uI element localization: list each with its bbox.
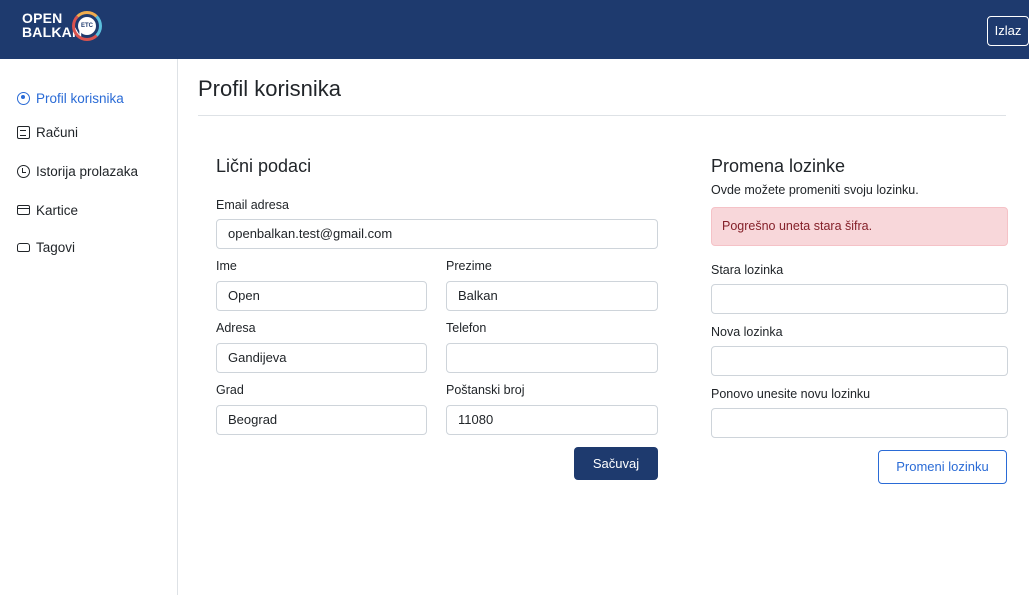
- address-field[interactable]: Gandijeva: [216, 343, 427, 373]
- new-password-field[interactable]: [711, 346, 1008, 376]
- sidebar-item-bills[interactable]: Računi: [17, 121, 78, 143]
- page-title: Profil korisnika: [198, 76, 342, 101]
- sidebar-item-profile[interactable]: Profil korisnika: [17, 87, 124, 109]
- logout-button[interactable]: Izlaz: [987, 16, 1029, 46]
- password-change-title: Promena lozinke: [711, 156, 846, 176]
- error-alert: Pogrešno uneta stara šifra.: [711, 207, 1008, 246]
- tag-icon: [17, 242, 30, 252]
- old-password-label: Stara lozinka: [711, 263, 784, 277]
- open-balkan-logo[interactable]: OPEN BALKAN ETC: [22, 11, 112, 49]
- city-label: Grad: [216, 383, 244, 397]
- sidebar-item-label: Istorija prolazaka: [36, 163, 139, 179]
- change-password-button[interactable]: Promeni lozinku: [878, 450, 1007, 484]
- sidebar-item-cards[interactable]: Kartice: [17, 199, 78, 221]
- clock-icon: [17, 164, 30, 178]
- repeat-password-label: Ponovo unesite novu lozinku: [711, 387, 871, 401]
- first-name-field[interactable]: Open: [216, 281, 427, 311]
- logo-emblem-icon: ETC: [72, 11, 102, 41]
- main-content: Profil korisnika Lični podaci Email adre…: [178, 59, 1029, 595]
- new-password-label: Nova lozinka: [711, 325, 783, 339]
- sidebar-item-label: Tagovi: [36, 239, 76, 255]
- phone-label: Telefon: [446, 321, 487, 335]
- old-password-field[interactable]: [711, 284, 1008, 314]
- zip-field[interactable]: 11080: [446, 405, 658, 435]
- email-field[interactable]: openbalkan.test@gmail.com: [216, 219, 658, 249]
- sidebar: Profil korisnika Računi Istorija prolaza…: [0, 59, 178, 595]
- save-button[interactable]: Sačuvaj: [574, 447, 658, 480]
- top-navbar: OPEN BALKAN ETC Izlaz: [0, 0, 1029, 59]
- card-icon: [17, 205, 30, 215]
- document-icon: [17, 125, 30, 139]
- title-divider: [198, 115, 1006, 116]
- sidebar-item-history[interactable]: Istorija prolazaka: [17, 160, 138, 182]
- user-circle-icon: [17, 91, 30, 105]
- first-name-label: Ime: [216, 259, 237, 273]
- logo-area: OPEN BALKAN ETC: [0, 0, 178, 59]
- last-name-field[interactable]: Balkan: [446, 281, 658, 311]
- last-name-label: Prezime: [446, 259, 492, 273]
- sidebar-item-label: Računi: [36, 124, 79, 140]
- sidebar-item-label: Kartice: [36, 202, 79, 218]
- password-change-subtitle: Ovde možete promeniti svoju lozinku.: [711, 183, 919, 197]
- logo-badge: ETC: [78, 17, 96, 35]
- city-field[interactable]: Beograd: [216, 405, 427, 435]
- phone-field[interactable]: [446, 343, 658, 373]
- zip-label: Poštanski broj: [446, 383, 525, 397]
- repeat-password-field[interactable]: [711, 408, 1008, 438]
- sidebar-item-tags[interactable]: Tagovi: [17, 236, 75, 258]
- email-label: Email adresa: [216, 198, 289, 212]
- personal-data-title: Lični podaci: [216, 156, 312, 176]
- sidebar-item-label: Profil korisnika: [36, 90, 124, 106]
- address-label: Adresa: [216, 321, 256, 335]
